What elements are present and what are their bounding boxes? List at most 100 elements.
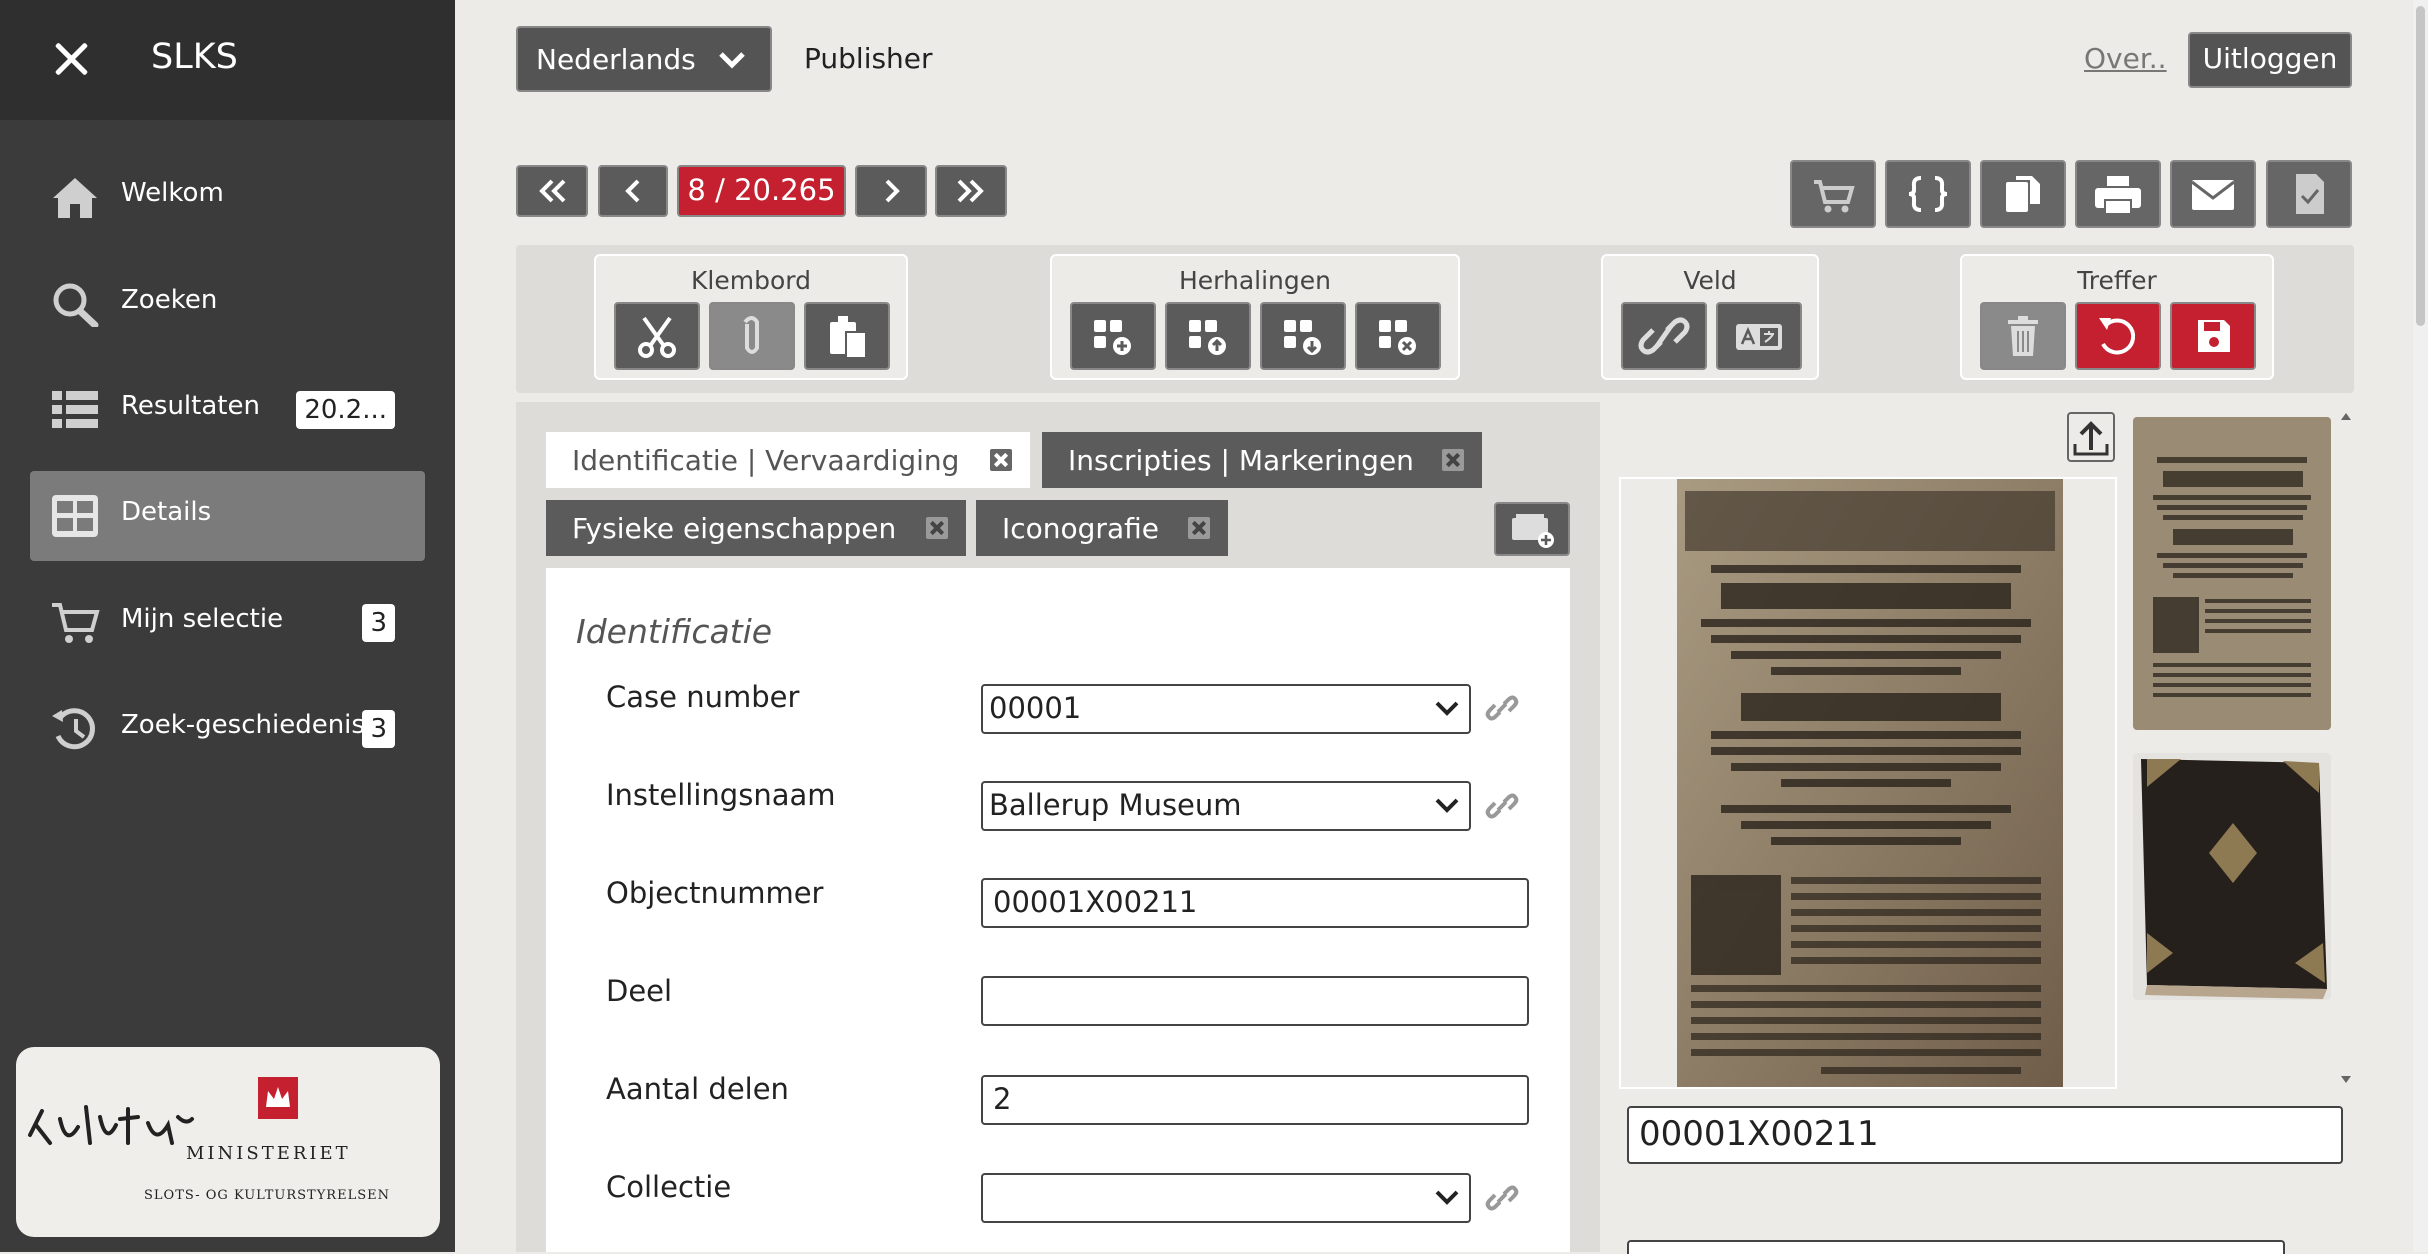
double-chevron-right-icon [957, 179, 984, 203]
upload-arrow-icon [2073, 421, 2109, 456]
image-thumbnail[interactable] [2133, 753, 2331, 1000]
previous-record-button[interactable] [598, 165, 668, 217]
save-record-button[interactable] [2170, 302, 2256, 370]
sidebar-item-details[interactable]: Details [30, 471, 425, 561]
tab-label: Identificatie | Vervaardiging [572, 444, 960, 477]
floppy-disk-icon [2198, 320, 2230, 352]
logout-button[interactable]: Uitloggen [2188, 32, 2352, 88]
link-field-button[interactable] [1621, 302, 1707, 370]
toolbar-group-label: Herhalingen [1178, 266, 1331, 295]
cart-icon [52, 603, 100, 643]
tab-label: Fysieke eigenschappen [572, 512, 897, 545]
scroll-down-icon[interactable] [2340, 1074, 2352, 1086]
sidebar-item-zoeken[interactable]: Zoeken [30, 259, 425, 349]
last-record-button[interactable] [935, 165, 1007, 217]
details-grid-icon [52, 495, 98, 537]
json-view-button[interactable] [1885, 160, 1971, 228]
upload-image-button[interactable] [2067, 412, 2115, 462]
attach-button[interactable] [709, 302, 795, 370]
paste-button[interactable] [804, 302, 890, 370]
language-select[interactable]: Nederlands [516, 26, 772, 92]
braces-icon [1908, 176, 1948, 212]
sidebar-item-mijn-selectie[interactable]: Mijn selectie 3 [30, 578, 425, 668]
results-count-badge: 20.2... [296, 391, 395, 429]
select-value: 00001 [989, 691, 1082, 725]
add-repetition-button[interactable] [1070, 302, 1156, 370]
folder-add-icon [1512, 514, 1554, 548]
copy-icon [2006, 176, 2040, 212]
delete-repetition-button[interactable] [1355, 302, 1441, 370]
trash-icon [2008, 316, 2038, 356]
sidebar-item-label: Mijn selectie [121, 604, 284, 634]
link-icon[interactable] [1484, 1180, 1520, 1216]
main-book-image[interactable] [1621, 479, 2115, 1087]
logo-graphic: MINISTERIET SLOTS- OG KULTURSTYRELSEN [28, 1077, 390, 1203]
part-input[interactable] [981, 976, 1529, 1026]
copy-record-button[interactable] [1980, 160, 2066, 228]
chevron-down-icon [1435, 1190, 1459, 1205]
sidebar-item-label: Zoeken [121, 285, 218, 315]
close-icon[interactable] [1442, 449, 1464, 471]
paperclip-icon [743, 316, 759, 354]
link-icon[interactable] [1484, 788, 1520, 824]
toolbar-group-treffer: Treffer [1960, 254, 2274, 380]
close-icon[interactable] [1188, 517, 1210, 539]
sidebar-header: SLKS [0, 0, 455, 120]
scissors-icon [638, 316, 676, 358]
move-repetition-up-button[interactable] [1165, 302, 1251, 370]
translate-field-button[interactable] [1716, 302, 1802, 370]
case-number-select[interactable]: 00001 [981, 684, 1471, 734]
tab-label: Iconografie [1002, 512, 1159, 545]
sidebar-item-zoek-geschiedenis[interactable]: Zoek-geschiedenis 3 [30, 684, 425, 774]
sidebar: SLKS Welkom Zoeken Resultaten 20.2... De… [0, 0, 455, 1252]
close-icon[interactable] [926, 517, 948, 539]
envelope-icon [2191, 180, 2235, 210]
next-record-button[interactable] [855, 165, 927, 217]
collection-select[interactable] [981, 1173, 1471, 1223]
undo-changes-button[interactable] [2075, 302, 2161, 370]
tab-inscripties-markeringen[interactable]: Inscripties | Markeringen [1042, 432, 1482, 488]
history-icon [52, 708, 95, 750]
cut-button[interactable] [614, 302, 700, 370]
close-icon[interactable] [50, 38, 92, 80]
tab-identificatie-vervaardiging[interactable]: Identificatie | Vervaardiging [546, 432, 1030, 488]
delete-record-button[interactable] [1980, 302, 2066, 370]
image-thumbnail[interactable] [2133, 417, 2331, 730]
sidebar-item-welkom[interactable]: Welkom [30, 152, 425, 242]
grid-arrow-down-icon [1284, 320, 1321, 355]
clipboard-icon [830, 316, 867, 359]
tab-fysieke-eigenschappen[interactable]: Fysieke eigenschappen [546, 500, 966, 556]
scrollbar-thumb[interactable] [2416, 6, 2425, 326]
search-icon [53, 283, 99, 327]
number-of-parts-input[interactable]: 2 [981, 1075, 1529, 1125]
link-icon[interactable] [1484, 690, 1520, 726]
print-button[interactable] [2075, 160, 2161, 228]
select-value: Ballerup Museum [989, 788, 1242, 822]
document-check-icon [2296, 174, 2324, 214]
sidebar-item-label: Details [121, 497, 212, 527]
close-icon[interactable] [990, 449, 1012, 471]
main-image-frame [1619, 477, 2117, 1089]
validate-record-button[interactable] [2266, 160, 2352, 228]
image-object-number-field[interactable]: 00001X00211 [1627, 1106, 2343, 1164]
sidebar-item-label: Resultaten [121, 391, 260, 421]
page-scrollbar[interactable] [2413, 0, 2428, 1252]
history-count-badge: 3 [362, 710, 395, 748]
object-number-input[interactable]: 00001X00211 [981, 878, 1529, 928]
translate-icon [1736, 324, 1782, 350]
tab-label: Inscripties | Markeringen [1068, 444, 1414, 477]
about-link[interactable]: Over.. [2084, 42, 2167, 75]
logo-agency-text: SLOTS- OG KULTURSTYRELSEN [144, 1188, 390, 1203]
add-to-cart-button[interactable] [1790, 160, 1876, 228]
printer-icon [2095, 176, 2141, 215]
institution-name-select[interactable]: Ballerup Museum [981, 781, 1471, 831]
tab-iconografie[interactable]: Iconografie [976, 500, 1228, 556]
ministry-logo: MINISTERIET SLOTS- OG KULTURSTYRELSEN [16, 1047, 440, 1237]
sidebar-item-resultaten[interactable]: Resultaten 20.2... [30, 365, 425, 455]
move-repetition-down-button[interactable] [1260, 302, 1346, 370]
first-record-button[interactable] [516, 165, 588, 217]
double-chevron-left-icon [539, 179, 566, 203]
scroll-up-icon[interactable] [2340, 410, 2352, 422]
email-button[interactable] [2170, 160, 2256, 228]
add-tab-button[interactable] [1494, 502, 1570, 556]
